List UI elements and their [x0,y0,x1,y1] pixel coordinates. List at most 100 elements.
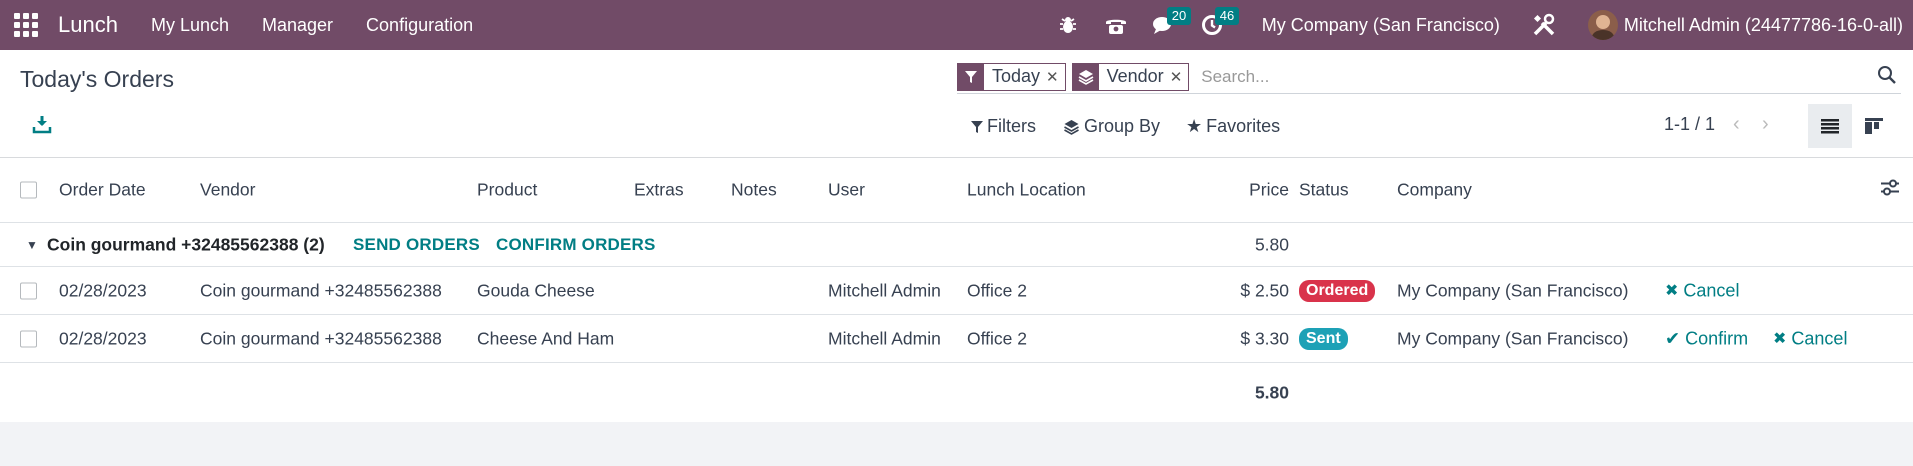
search-icon[interactable] [1877,65,1901,89]
column-status[interactable]: Status [1299,180,1349,201]
send-orders-button[interactable]: SEND ORDERS [353,235,480,255]
group-title[interactable]: Coin gourmand +32485562388 (2) [47,234,325,255]
confirm-orders-button[interactable]: CONFIRM ORDERS [496,235,656,255]
app-root: Lunch My Lunch Manager Configuration 20 … [0,0,1913,466]
kanban-view-button[interactable] [1852,104,1896,148]
menu-my-lunch[interactable]: My Lunch [151,15,229,36]
totals-row: 5.80 [0,363,1913,423]
orders-table: Order Date Vendor Product Extras Notes U… [0,158,1913,423]
favorites-label: Favorites [1206,116,1281,136]
column-lunch-location[interactable]: Lunch Location [967,180,1086,201]
group-by-label: Group By [1084,116,1161,136]
group-row[interactable]: ▼ Coin gourmand +32485562388 (2) SEND OR… [0,223,1913,267]
column-product[interactable]: Product [477,180,537,201]
pager-next-icon[interactable]: › [1762,113,1769,136]
cancel-button[interactable]: ✖ Cancel [1773,328,1847,349]
company: My Company (San Francisco) [1397,280,1629,300]
messages-count-badge: 20 [1166,7,1192,25]
search-bar: Today ✕ Vendor ✕ [957,60,1901,94]
cancel-button[interactable]: ✖ Cancel [1665,280,1739,301]
caret-down-icon[interactable]: ▼ [26,238,38,252]
filters-button[interactable]: Filters [970,116,1036,137]
column-notes[interactable]: Notes [731,180,777,201]
pager-previous-icon[interactable]: ‹ [1733,113,1740,136]
layers-icon [1064,119,1079,135]
layers-icon [1072,63,1099,90]
tools-icon[interactable] [1530,11,1558,39]
company: My Company (San Francisco) [1397,328,1629,348]
user: Mitchell Admin [828,328,941,348]
optional-columns-icon[interactable] [1881,179,1899,201]
lunch-location: Office 2 [967,280,1027,300]
activities-count-badge: 46 [1214,7,1240,25]
company-switcher[interactable]: My Company (San Francisco) [1262,15,1500,36]
list-view-icon [1821,119,1839,134]
search-input[interactable] [1195,66,1877,87]
column-company[interactable]: Company [1397,180,1472,201]
facet-label: Today [992,66,1041,86]
row-checkbox[interactable] [20,282,37,299]
price: $ 3.30 [1240,328,1289,348]
menu-manager[interactable]: Manager [262,15,333,36]
menu-configuration[interactable]: Configuration [366,15,473,36]
price: $ 2.50 [1240,280,1289,300]
download-icon[interactable] [32,114,52,134]
navbar-systray: 20 46 My Company (San Francisco) Mitchel… [1044,0,1913,50]
column-order-date[interactable]: Order Date [59,180,146,201]
column-user[interactable]: User [828,180,865,201]
control-panel: Today's Orders Today ✕ Vendor ✕ [0,50,1913,158]
order-date: 02/28/2023 [59,328,147,348]
messages-icon[interactable]: 20 [1150,7,1192,39]
user: Mitchell Admin [828,280,941,300]
table-row[interactable]: 02/28/2023 Coin gourmand +32485562388 Ch… [0,315,1913,363]
column-price[interactable]: Price [1249,180,1289,201]
status-badge: Sent [1299,327,1348,350]
grand-total: 5.80 [1254,382,1289,402]
order-date: 02/28/2023 [59,280,147,300]
remove-facet-icon[interactable]: ✕ [1046,68,1065,86]
activities-clock-icon[interactable]: 46 [1198,7,1240,39]
select-all-checkbox[interactable] [20,181,37,199]
check-icon: ✔ [1665,328,1681,348]
vendor: Coin gourmand +32485562388 [200,280,442,300]
pager-value[interactable]: 1-1 / 1 [1664,114,1715,135]
user-avatar[interactable] [1587,10,1618,40]
search-facet-vendor: Vendor ✕ [1071,62,1190,91]
favorites-button[interactable]: ★ Favorites [1186,116,1280,137]
confirm-button[interactable]: ✔ Confirm [1665,328,1748,349]
status-badge: Ordered [1299,279,1376,302]
x-icon: ✖ [1665,282,1679,300]
top-navbar: Lunch My Lunch Manager Configuration 20 … [0,0,1913,50]
phone-icon[interactable] [1102,11,1130,39]
x-icon: ✖ [1773,330,1787,348]
table-header: Order Date Vendor Product Extras Notes U… [0,158,1913,223]
table-row[interactable]: 02/28/2023 Coin gourmand +32485562388 Go… [0,267,1913,315]
user-menu[interactable]: Mitchell Admin (24477786-16-0-all) [1624,15,1903,36]
apps-menu-icon[interactable] [14,13,38,37]
debug-bug-icon[interactable] [1054,11,1082,39]
empty-area [0,422,1913,466]
remove-facet-icon[interactable]: ✕ [1170,68,1189,86]
filter-icon [958,63,984,90]
column-extras[interactable]: Extras [634,180,684,201]
facet-label: Vendor [1106,66,1164,86]
kanban-view-icon [1865,118,1883,134]
cancel-label: Cancel [1683,280,1740,300]
group-total: 5.80 [1254,234,1289,254]
cancel-label: Cancel [1791,328,1848,348]
lunch-location: Office 2 [967,328,1027,348]
product: Cheese And Ham [477,328,615,348]
vendor: Coin gourmand +32485562388 [200,328,442,348]
list-view-button[interactable] [1808,104,1852,148]
product: Gouda Cheese [477,280,595,300]
group-by-button[interactable]: Group By [1063,116,1160,137]
page-title: Today's Orders [20,66,174,92]
star-icon: ★ [1186,116,1203,136]
search-facet-today: Today ✕ [957,62,1066,91]
confirm-label: Confirm [1685,328,1749,348]
filters-label: Filters [987,116,1036,136]
row-checkbox[interactable] [20,330,37,347]
filter-icon [971,120,983,133]
app-brand[interactable]: Lunch [58,12,118,38]
column-vendor[interactable]: Vendor [200,180,255,201]
